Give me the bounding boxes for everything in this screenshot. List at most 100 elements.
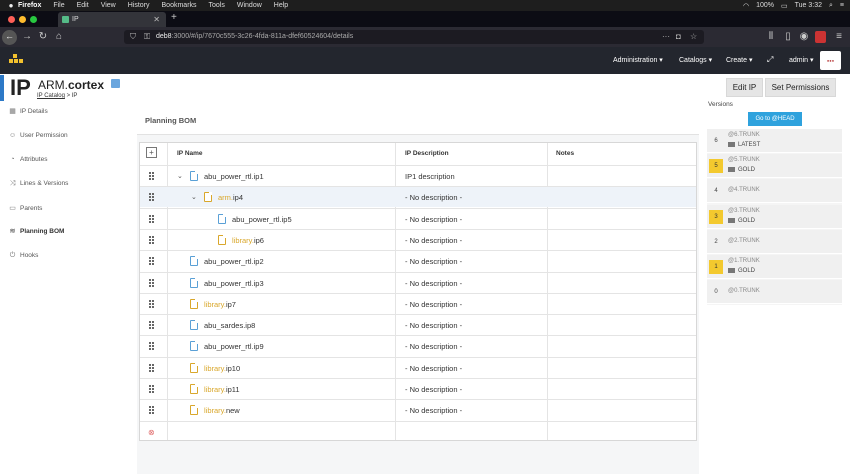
notes-cell[interactable] <box>548 315 696 336</box>
catalogs-menu[interactable]: Catalogs ▾ <box>679 56 712 64</box>
notes-cell[interactable] <box>548 336 696 357</box>
drag-handle-icon[interactable] <box>149 193 154 202</box>
notes-cell[interactable] <box>548 358 696 379</box>
version-item[interactable]: 2 @2.TRUNK <box>707 229 842 254</box>
menu-history[interactable]: History <box>128 2 150 9</box>
table-row[interactable]: library.ip11 - No description - <box>140 378 696 399</box>
user-menu[interactable]: admin ▾ <box>789 56 814 64</box>
fullscreen-icon[interactable]: ⤢ <box>767 55 773 65</box>
edit-ip-button[interactable]: Edit IP <box>726 78 763 97</box>
new-row-icon[interactable]: ⊗ <box>148 422 155 443</box>
new-row[interactable]: ⊗ <box>140 420 696 443</box>
hamburger-menu-icon[interactable]: ≡ <box>832 30 846 43</box>
version-name[interactable]: @2.TRUNK <box>728 238 760 244</box>
bookmark-star-icon[interactable]: ☆ <box>690 32 697 41</box>
version-item[interactable]: 3 @3.TRUNK GOLD <box>707 204 842 229</box>
column-header-ip-name[interactable]: IP Name <box>177 143 203 164</box>
ip-name-cell[interactable]: library.ip11 <box>204 379 240 400</box>
sidebar-item-planning-bom[interactable]: ≋ Planning BOM <box>9 228 65 235</box>
version-name[interactable]: @3.TRUNK <box>728 208 760 214</box>
drag-handle-icon[interactable] <box>149 257 154 266</box>
sidebar-item-parents[interactable]: ▭ Parents <box>9 205 42 212</box>
drag-handle-icon[interactable] <box>149 235 154 245</box>
table-row[interactable]: library.ip7 - No description - <box>140 292 696 315</box>
battery-icon[interactable]: ▭ <box>781 2 788 10</box>
drag-handle-icon[interactable] <box>149 321 154 330</box>
ip-name-cell[interactable]: library.ip6 <box>232 230 264 251</box>
menu-file[interactable]: File <box>53 2 64 9</box>
version-name[interactable]: @1.TRUNK <box>728 258 760 264</box>
notes-cell[interactable] <box>548 379 696 400</box>
notes-cell[interactable] <box>548 294 696 315</box>
url-bar[interactable]: ⛉ ⚿ deb8:3000/#/ip/7670c555-3c26-4fda-81… <box>124 30 704 44</box>
app-logo-icon[interactable] <box>9 54 23 67</box>
browser-tab[interactable]: IP ✕ <box>58 12 166 27</box>
lock-icon[interactable]: ⚿ <box>144 32 150 42</box>
library-icon[interactable]: ⫴ <box>764 30 778 43</box>
ip-description-cell[interactable]: - No description - <box>405 358 462 379</box>
ip-description-cell[interactable]: IP1 description <box>405 166 455 187</box>
administration-menu[interactable]: Administration ▾ <box>613 56 663 64</box>
ip-description-cell[interactable]: - No description - <box>405 379 462 400</box>
ip-description-cell[interactable]: - No description - <box>405 209 462 230</box>
version-item[interactable]: 6 @6.TRUNK LATEST <box>707 129 842 153</box>
drag-handle-icon[interactable] <box>149 214 154 224</box>
close-window-dot[interactable] <box>8 16 15 23</box>
ip-description-cell[interactable]: - No description - <box>405 336 462 357</box>
zoom-window-dot[interactable] <box>30 16 37 23</box>
ip-description-cell[interactable]: - No description - <box>405 230 462 251</box>
search-icon[interactable]: ⌕ <box>829 2 833 10</box>
breadcrumb-ip-catalog[interactable]: IP Catalog <box>37 93 65 99</box>
control-center-icon[interactable]: ≡ <box>840 2 844 9</box>
shield-icon[interactable]: ⛉ <box>130 32 136 42</box>
menu-help[interactable]: Help <box>274 2 288 9</box>
ip-name-cell[interactable]: abu_power_rtl.ip1 <box>204 166 264 187</box>
drag-handle-icon[interactable] <box>149 299 154 309</box>
notes-cell[interactable] <box>548 187 696 208</box>
version-name[interactable]: @0.TRUNK <box>728 288 760 294</box>
table-row[interactable]: library.ip10 - No description - <box>140 356 696 379</box>
ip-description-cell[interactable]: - No description - <box>405 400 462 421</box>
ip-name-cell[interactable]: abu_power_rtl.ip3 <box>204 273 264 294</box>
version-name[interactable]: @5.TRUNK <box>728 157 760 163</box>
table-row[interactable]: abu_power_rtl.ip9 - No description - <box>140 335 696 356</box>
ip-description-cell[interactable]: - No description - <box>405 273 462 294</box>
sidebar-item-attributes[interactable]: ◔ Attributes <box>9 156 47 163</box>
ip-name-cell[interactable]: abu_power_rtl.ip2 <box>204 251 264 272</box>
ip-description-cell[interactable]: - No description - <box>405 315 462 336</box>
notes-cell[interactable] <box>548 251 696 272</box>
ip-description-cell[interactable]: - No description - <box>405 187 462 208</box>
version-name[interactable]: @6.TRUNK <box>728 132 760 138</box>
chevron-down-icon[interactable]: ⌄ <box>191 187 197 208</box>
ip-name-cell[interactable]: library.ip7 <box>204 294 236 315</box>
sidebar-item-ip-details[interactable]: ▦ IP Details <box>9 108 48 115</box>
close-tab-icon[interactable]: ✕ <box>153 15 160 24</box>
page-actions-icon[interactable]: ··· <box>662 32 670 41</box>
sidebar-item-hooks[interactable]: ⏻ Hooks <box>9 252 39 259</box>
forward-icon[interactable]: → <box>20 30 34 43</box>
profile-icon[interactable] <box>815 31 826 43</box>
notes-cell[interactable] <box>548 400 696 421</box>
drag-handle-icon[interactable] <box>149 172 154 181</box>
menu-app[interactable]: Firefox <box>18 2 41 9</box>
avatar[interactable]: ●●● <box>820 51 841 70</box>
version-item[interactable]: 0 @0.TRUNK <box>707 280 842 305</box>
set-permissions-button[interactable]: Set Permissions <box>765 78 836 97</box>
clock[interactable]: Tue 3:32 <box>795 2 822 9</box>
ip-description-cell[interactable]: - No description - <box>405 294 462 315</box>
minimize-window-dot[interactable] <box>19 16 26 23</box>
new-tab-icon[interactable]: + <box>171 12 177 23</box>
notes-cell[interactable] <box>548 273 696 294</box>
drag-handle-icon[interactable] <box>149 363 154 373</box>
reload-icon[interactable]: ↻ <box>36 30 50 43</box>
sidebar-item-lines-versions[interactable]: ⤨ Lines & Versions <box>9 180 69 187</box>
version-name[interactable]: @4.TRUNK <box>728 187 760 193</box>
sidebar-toggle-icon[interactable]: ▯ <box>781 30 795 43</box>
ip-name-cell[interactable]: abu_sardes.ip8 <box>204 315 255 336</box>
drag-handle-icon[interactable] <box>149 278 154 288</box>
chevron-down-icon[interactable]: ⌄ <box>177 166 183 187</box>
menu-tools[interactable]: Tools <box>209 2 225 9</box>
notes-cell[interactable] <box>548 209 696 230</box>
column-header-notes[interactable]: Notes <box>556 143 574 164</box>
menu-window[interactable]: Window <box>237 2 262 9</box>
